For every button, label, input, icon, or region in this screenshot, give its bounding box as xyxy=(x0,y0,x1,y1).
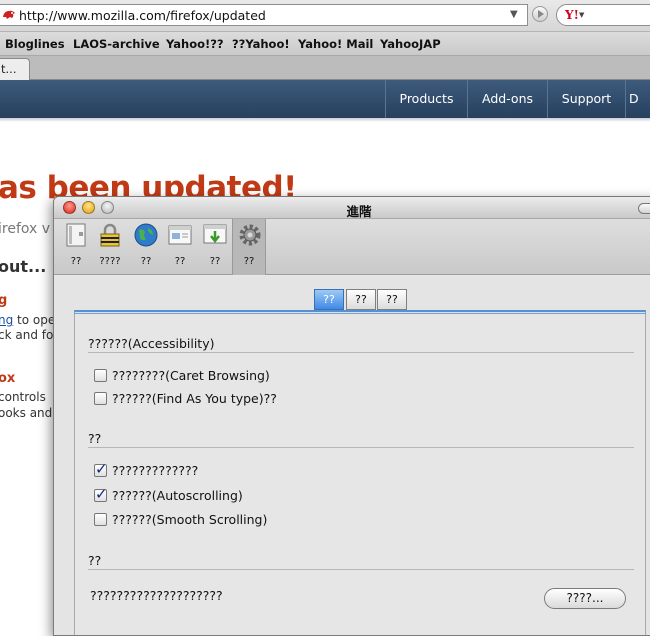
smooth-scrolling-checkbox[interactable] xyxy=(94,513,107,526)
language-description: ???????????????????? xyxy=(90,588,223,603)
nav-support[interactable]: Support xyxy=(547,80,625,118)
pane-advanced[interactable]: ?? xyxy=(232,219,266,275)
page-about-heading: out... xyxy=(0,257,47,276)
pane-label: ?? xyxy=(174,256,186,267)
browsing-option-1-checkbox[interactable] xyxy=(94,460,108,478)
preferences-toolbar: ?? ???? ?? ?? ?? ?? xyxy=(54,219,650,275)
bookmark-item[interactable]: ??Yahoo! xyxy=(232,37,290,51)
find-as-you-type-checkbox[interactable] xyxy=(94,392,107,405)
navigation-toolbar: http://www.mozilla.com/firefox/updated ▼… xyxy=(0,0,650,32)
nav-shadow xyxy=(0,118,650,122)
pane-web-features[interactable]: ?? xyxy=(129,219,163,275)
caret-browsing-label[interactable]: ????????(Caret Browsing) xyxy=(112,368,270,383)
pane-label: ?? xyxy=(209,256,221,267)
autoscrolling-label[interactable]: ??????(Autoscrolling) xyxy=(112,488,243,503)
browsing-section-title: ?? xyxy=(88,431,108,446)
search-box[interactable]: Y! ▼ xyxy=(556,4,650,26)
toolbar-toggle-button[interactable] xyxy=(638,203,650,214)
language-section-title: ?? xyxy=(88,553,108,568)
pane-downloads[interactable]: ?? xyxy=(198,219,232,275)
tab-general[interactable]: ?? xyxy=(314,289,344,310)
section-divider xyxy=(88,569,634,570)
browser-tab[interactable]: t... xyxy=(0,58,30,80)
bookmarks-toolbar: Bloglines LAOS-archive Yahoo!?? ??Yahoo!… xyxy=(0,32,650,56)
site-nav-bar: Products Add-ons Support D xyxy=(0,80,650,118)
engine-dropdown-icon[interactable]: ▼ xyxy=(579,11,584,19)
page-text-line: ng to ope xyxy=(0,313,55,327)
bookmark-item[interactable]: Yahoo! Mail xyxy=(298,37,373,51)
preferences-dialog: 進階 ?? ???? ?? ?? ?? ?? ?? ?? ?? ??????(A… xyxy=(53,196,650,636)
url-text[interactable]: http://www.mozilla.com/firefox/updated xyxy=(19,8,266,23)
page-section-heading: g xyxy=(0,293,8,308)
tab-update[interactable]: ?? xyxy=(377,289,407,310)
pane-privacy[interactable]: ???? xyxy=(93,219,127,275)
browsing-option-1-label[interactable]: ????????????? xyxy=(112,463,198,478)
dialog-title: 進階 xyxy=(346,204,372,219)
advanced-gear-icon xyxy=(239,224,261,246)
page-link[interactable]: ng xyxy=(0,313,13,327)
autoscrolling-checkbox[interactable] xyxy=(94,485,108,503)
page-subheading: irefox v xyxy=(0,221,51,237)
choose-languages-button[interactable]: ????... xyxy=(544,588,626,609)
mozilla-site-icon xyxy=(3,10,15,19)
find-as-you-type-label[interactable]: ??????(Find As You type)?? xyxy=(112,391,277,406)
page-text-line: controls xyxy=(0,390,46,404)
pane-label: ?? xyxy=(140,256,152,267)
go-button[interactable] xyxy=(532,6,548,22)
privacy-lock-icon xyxy=(100,223,120,247)
bookmark-item[interactable]: Yahoo!?? xyxy=(166,37,224,51)
pane-general[interactable]: ?? xyxy=(59,219,93,275)
tab-strip: t... xyxy=(0,56,650,80)
pane-label: ???? xyxy=(99,256,121,267)
tab-network[interactable]: ?? xyxy=(346,289,376,310)
general-icon xyxy=(66,223,86,247)
caret-browsing-checkbox[interactable] xyxy=(94,369,107,382)
pane-content[interactable]: ?? xyxy=(163,219,197,275)
nav-products[interactable]: Products xyxy=(385,80,467,118)
smooth-scrolling-label[interactable]: ??????(Smooth Scrolling) xyxy=(112,512,267,527)
downloads-icon xyxy=(203,224,227,244)
section-divider xyxy=(88,352,634,353)
content-icon xyxy=(168,225,192,245)
url-bar[interactable]: http://www.mozilla.com/firefox/updated ▼ xyxy=(0,4,528,26)
page-text-line: ck and for xyxy=(0,328,59,342)
dialog-titlebar[interactable]: 進階 xyxy=(54,197,650,219)
section-divider xyxy=(88,447,634,448)
page-text-line: ooks and xyxy=(0,406,53,420)
page-section-heading: ox xyxy=(0,371,16,386)
yahoo-engine-icon[interactable]: Y! xyxy=(565,8,579,22)
pane-label: ?? xyxy=(70,256,82,267)
page-text: to ope xyxy=(13,313,56,327)
accessibility-section-title: ??????(Accessibility) xyxy=(88,336,221,351)
nav-add-ons[interactable]: Add-ons xyxy=(467,80,547,118)
pane-label: ?? xyxy=(243,256,255,267)
nav-developers[interactable]: D xyxy=(625,80,650,118)
url-history-dropdown-icon[interactable]: ▼ xyxy=(510,9,518,20)
bookmark-item[interactable]: YahooJAP xyxy=(380,37,441,51)
globe-icon xyxy=(134,223,158,247)
bookmark-item[interactable]: Bloglines xyxy=(5,37,65,51)
bookmark-item[interactable]: LAOS-archive xyxy=(73,37,160,51)
